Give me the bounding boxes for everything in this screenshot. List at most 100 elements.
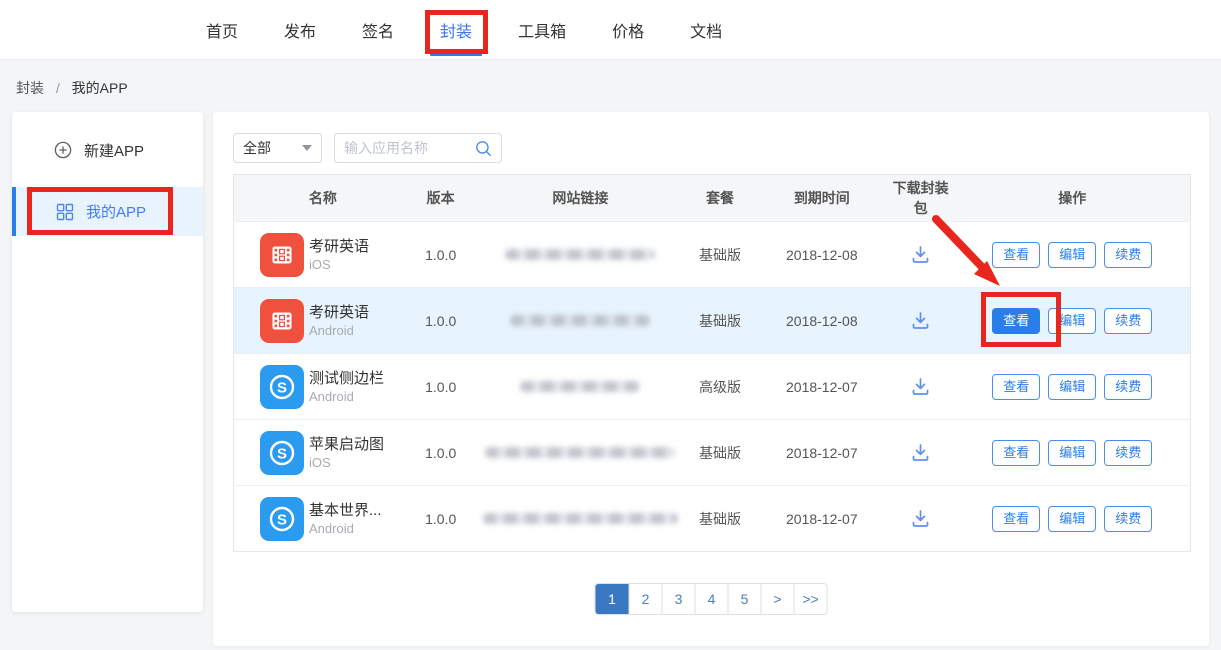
page-next-button[interactable]: > [761, 584, 794, 614]
app-platform: Android [309, 520, 354, 537]
app-expiry-date: 2018-12-08 [757, 247, 887, 263]
table-row[interactable]: 考研英语 iOS 1.0.0 基础版 2018-12-08 查看 编辑 续费 [234, 221, 1190, 287]
page-button-2[interactable]: 2 [629, 584, 662, 614]
nav-item-docs[interactable]: 文档 [690, 18, 722, 42]
breadcrumb-separator: / [56, 80, 60, 96]
table-row[interactable]: S 苹果启动图 iOS 1.0.0 基础版 2018-12-07 查看 编辑 续… [234, 419, 1190, 485]
plus-circle-icon [54, 141, 72, 159]
nav-item-sign[interactable]: 签名 [362, 18, 394, 42]
download-package-button[interactable] [908, 440, 933, 465]
header-link: 网站链接 [478, 188, 684, 208]
edit-button[interactable]: 编辑 [1048, 242, 1096, 268]
website-link-blurred [483, 513, 678, 524]
app-version: 1.0.0 [404, 445, 478, 461]
download-package-button[interactable] [908, 506, 933, 531]
app-version: 1.0.0 [404, 313, 478, 329]
nav-item-toolbox[interactable]: 工具箱 [518, 18, 566, 42]
nav-item-publish[interactable]: 发布 [284, 18, 316, 42]
breadcrumb-parent[interactable]: 封装 [16, 80, 44, 96]
sidebar-my-app-label: 我的APP [86, 201, 146, 222]
table-header-row: 名称 版本 网站链接 套餐 到期时间 下载封装包 操作 [234, 175, 1190, 221]
app-expiry-date: 2018-12-07 [757, 379, 887, 395]
header-expiry: 到期时间 [757, 188, 887, 208]
search-icon[interactable] [475, 140, 492, 157]
renew-button[interactable]: 续费 [1104, 374, 1152, 400]
view-button[interactable]: 查看 [992, 506, 1040, 532]
website-link-blurred [510, 315, 650, 326]
page-button-4[interactable]: 4 [695, 584, 728, 614]
category-select[interactable]: 全部 [233, 133, 322, 163]
edit-button[interactable]: 编辑 [1048, 374, 1096, 400]
app-expiry-date: 2018-12-07 [757, 445, 887, 461]
category-select-value: 全部 [243, 138, 302, 158]
header-download: 下载封装包 [887, 178, 955, 218]
download-tray-icon [910, 508, 931, 529]
page-last-button[interactable]: >> [794, 584, 827, 614]
renew-button[interactable]: 续费 [1104, 242, 1152, 268]
header-version: 版本 [404, 188, 478, 208]
renew-button[interactable]: 续费 [1104, 506, 1152, 532]
download-package-button[interactable] [908, 374, 933, 399]
app-platform: iOS [309, 454, 331, 471]
app-name: 测试侧边栏 [309, 369, 384, 388]
app-name: 考研英语 [309, 237, 369, 256]
app-platform: iOS [309, 256, 331, 273]
header-actions: 操作 [955, 188, 1190, 208]
app-plan: 基础版 [683, 245, 757, 265]
svg-text:S: S [277, 511, 287, 528]
sidebar-new-app-label: 新建APP [84, 140, 144, 161]
edit-button[interactable]: 编辑 [1048, 308, 1096, 334]
search-input[interactable] [344, 140, 475, 156]
nav-item-package[interactable]: 封装 [440, 18, 472, 42]
nav-item-home[interactable]: 首页 [206, 18, 238, 42]
breadcrumb-current: 我的APP [72, 80, 128, 96]
sidebar: 新建APP 我的APP [12, 112, 203, 612]
breadcrumb: 封装 / 我的APP [16, 78, 128, 98]
table-row[interactable]: S 基本世界... Android 1.0.0 基础版 2018-12-07 查… [234, 485, 1190, 551]
download-package-button[interactable] [908, 242, 933, 267]
view-button[interactable]: 查看 [992, 374, 1040, 400]
apps-table: 名称 版本 网站链接 套餐 到期时间 下载封装包 操作 考研英语 iOS 1.0… [233, 174, 1191, 552]
sidebar-item-new-app[interactable]: 新建APP [12, 130, 203, 170]
website-link-blurred [505, 249, 655, 260]
page-button-3[interactable]: 3 [662, 584, 695, 614]
app-icon [260, 299, 304, 343]
app-icon [260, 233, 304, 277]
table-row[interactable]: S 测试侧边栏 Android 1.0.0 高级版 2018-12-07 查看 … [234, 353, 1190, 419]
renew-button[interactable]: 续费 [1104, 440, 1152, 466]
view-button[interactable]: 查看 [992, 308, 1040, 334]
app-plan: 基础版 [683, 311, 757, 331]
header-name: 名称 [304, 188, 404, 208]
view-button[interactable]: 查看 [992, 242, 1040, 268]
grid-icon [56, 203, 74, 221]
svg-text:S: S [277, 379, 287, 396]
app-name: 基本世界... [309, 501, 382, 520]
app-platform: Android [309, 322, 354, 339]
download-package-button[interactable] [908, 308, 933, 333]
app-expiry-date: 2018-12-08 [757, 313, 887, 329]
page-button-5[interactable]: 5 [728, 584, 761, 614]
app-icon: S [260, 497, 304, 541]
chevron-down-icon [302, 145, 312, 151]
app-expiry-date: 2018-12-07 [757, 511, 887, 527]
active-tab-indicator [430, 53, 482, 56]
app-version: 1.0.0 [404, 379, 478, 395]
top-navbar: 首页 发布 签名 封装 工具箱 价格 文档 [0, 0, 1221, 60]
header-plan: 套餐 [683, 188, 757, 208]
download-tray-icon [910, 376, 931, 397]
svg-text:S: S [277, 445, 287, 462]
app-plan: 高级版 [683, 377, 757, 397]
website-link-blurred [485, 447, 675, 458]
renew-button[interactable]: 续费 [1104, 308, 1152, 334]
edit-button[interactable]: 编辑 [1048, 440, 1096, 466]
view-button[interactable]: 查看 [992, 440, 1040, 466]
page-button-1[interactable]: 1 [596, 584, 629, 614]
app-version: 1.0.0 [404, 511, 478, 527]
sidebar-active-bar [12, 187, 16, 236]
sidebar-item-my-app[interactable]: 我的APP [12, 187, 203, 236]
edit-button[interactable]: 编辑 [1048, 506, 1096, 532]
nav-item-price[interactable]: 价格 [612, 18, 644, 42]
app-icon: S [260, 431, 304, 475]
table-row[interactable]: 考研英语 Android 1.0.0 基础版 2018-12-08 查看 编辑 … [234, 287, 1190, 353]
app-version: 1.0.0 [404, 247, 478, 263]
